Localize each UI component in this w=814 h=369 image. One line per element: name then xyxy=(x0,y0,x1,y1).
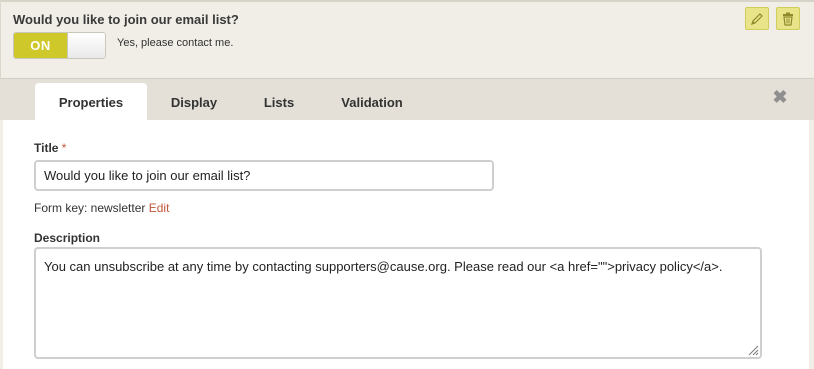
description-textarea[interactable]: You can unsubscribe at any time by conta… xyxy=(34,247,762,359)
description-label: Description xyxy=(34,231,101,245)
title-label: Title * xyxy=(34,141,66,155)
settings-tabbar: Properties Display Lists Validation xyxy=(0,78,814,121)
form-key: Form key: newsletter Edit xyxy=(34,201,169,215)
opt-in-toggle[interactable]: ON xyxy=(13,32,106,59)
trash-icon xyxy=(783,12,793,26)
toggle-knob[interactable] xyxy=(67,33,105,58)
tab-validation[interactable]: Validation xyxy=(330,83,414,121)
form-key-edit-link[interactable]: Edit xyxy=(149,201,170,215)
field-preview: Would you like to join our email list? O… xyxy=(0,0,814,78)
edit-button[interactable] xyxy=(745,7,769,30)
toggle-caption: Yes, please contact me. xyxy=(117,37,234,49)
title-input[interactable] xyxy=(34,160,494,191)
tab-properties[interactable]: Properties xyxy=(35,83,147,121)
tab-lists[interactable]: Lists xyxy=(252,83,306,121)
close-icon[interactable]: ✖ xyxy=(771,88,789,106)
toggle-on-label: ON xyxy=(14,33,67,58)
delete-button[interactable] xyxy=(776,7,800,30)
required-mark: * xyxy=(61,141,67,155)
form-key-text: Form key: newsletter xyxy=(34,201,146,215)
pencil-icon xyxy=(751,12,763,25)
question-title: Would you like to join our email list? xyxy=(13,12,239,27)
resize-grip-icon[interactable] xyxy=(745,342,759,356)
tab-display[interactable]: Display xyxy=(158,83,230,121)
title-label-text: Title xyxy=(34,141,59,155)
